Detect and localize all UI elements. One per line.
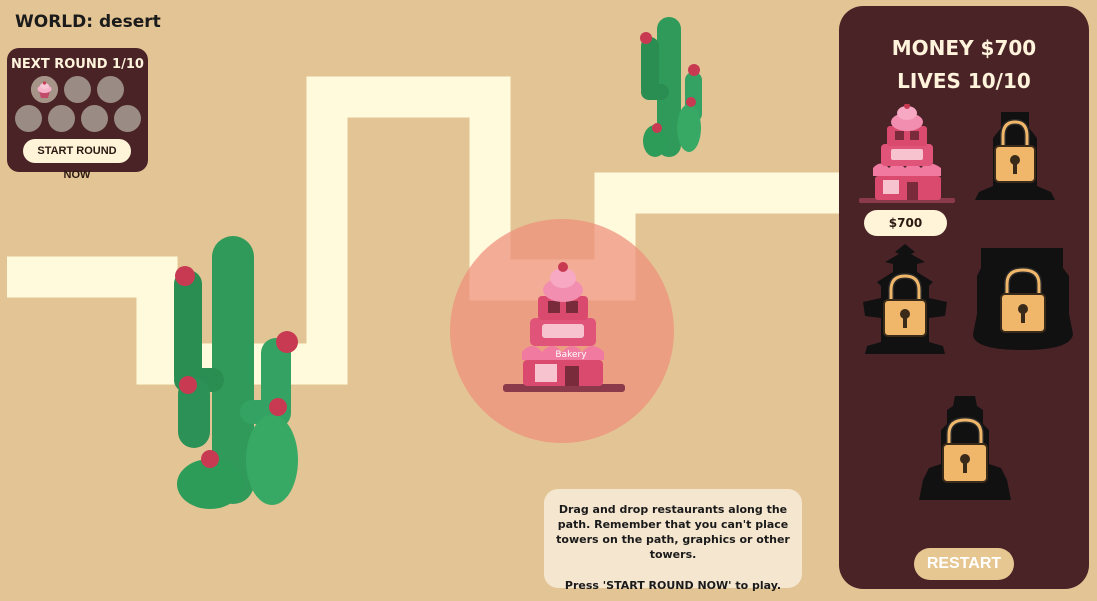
round-slot-2 <box>64 76 91 103</box>
bakery-price: $700 <box>864 210 947 236</box>
tower-slot-bakery[interactable] <box>857 103 957 210</box>
lock-icon <box>919 396 1011 500</box>
restart-button[interactable]: RESTART <box>914 548 1014 580</box>
tower-slot-locked-4[interactable] <box>971 244 1075 356</box>
help-text-instructions: Drag and drop restaurants along the path… <box>556 503 790 561</box>
help-text-start: Press 'START ROUND NOW' to play. <box>564 579 782 592</box>
round-slot-5 <box>48 105 75 132</box>
round-slot-6 <box>81 105 108 132</box>
lock-icon <box>975 112 1055 200</box>
tower-slot-locked-5[interactable] <box>915 394 1015 506</box>
cupcake-icon <box>31 76 58 103</box>
next-round-panel: NEXT ROUND 1/10 START ROUND NOW <box>7 48 148 181</box>
lock-icon <box>863 244 947 354</box>
round-slot-7 <box>114 105 141 132</box>
next-round-title: NEXT ROUND 1/10 <box>11 57 144 72</box>
world-label: WORLD: desert <box>15 12 161 32</box>
lives-label: LIVES 10/10 <box>897 69 1031 93</box>
cactus-large <box>174 236 298 509</box>
round-slot-1 <box>31 76 58 103</box>
help-box: Drag and drop restaurants along the path… <box>544 489 802 592</box>
start-round-button[interactable]: START ROUND NOW <box>23 139 131 181</box>
cactus-small <box>640 17 702 157</box>
bakery-icon <box>859 103 955 203</box>
tower-slot-locked-2[interactable] <box>973 108 1057 208</box>
lock-icon <box>973 248 1073 350</box>
round-slot-3 <box>97 76 124 103</box>
money-label: MONEY $700 <box>891 36 1037 60</box>
round-slot-4 <box>15 105 42 132</box>
placed-bakery-sign: Bakery <box>555 350 587 360</box>
tower-slot-locked-3[interactable] <box>859 242 951 358</box>
side-panel: MONEY $700 LIVES 10/10 $700 RESTART <box>839 6 1089 589</box>
